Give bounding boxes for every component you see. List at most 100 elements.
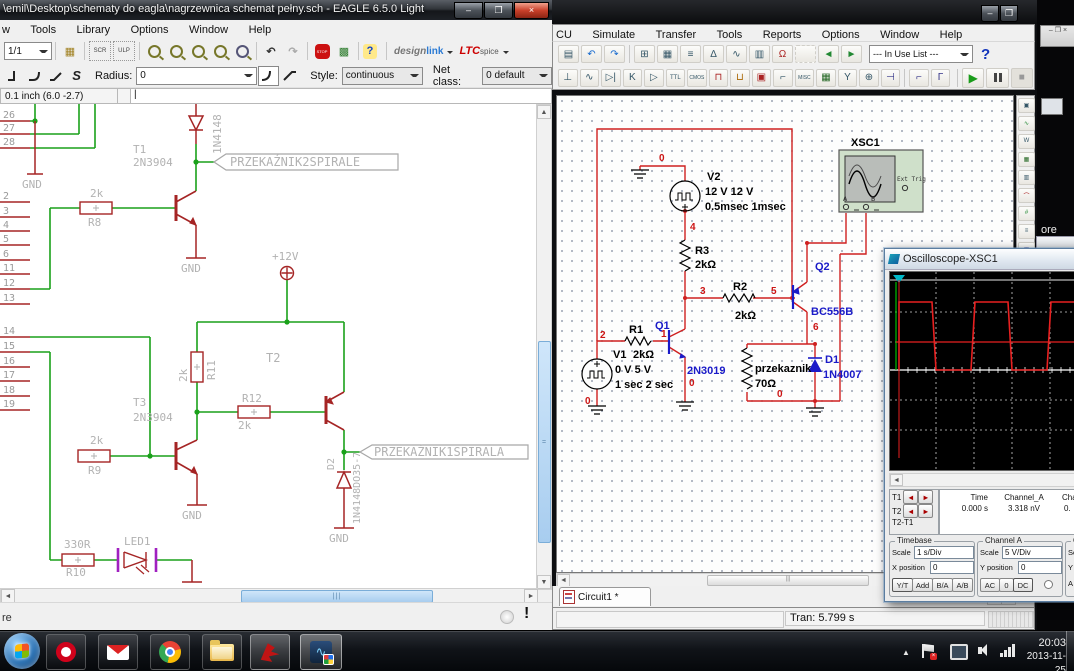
clock[interactable]: 20:03 2013-11-25 [1022, 636, 1066, 666]
multisim-menu-tools[interactable]: Tools [709, 27, 751, 43]
yt-mode-button[interactable]: Y/T [892, 578, 913, 592]
bend-style-round-icon[interactable] [26, 67, 45, 85]
resistor-r10[interactable] [62, 554, 94, 566]
command-input[interactable]: | [131, 88, 552, 104]
speaker-icon[interactable] [978, 644, 994, 657]
multisim-menu-transfer[interactable]: Transfer [648, 27, 705, 43]
transistor-t2[interactable] [326, 392, 344, 430]
cursor1-right-button[interactable]: ► [918, 490, 933, 504]
place-misc-digital-icon[interactable]: ⊓ [709, 69, 729, 87]
multisim-titlebar[interactable]: –❐× [552, 0, 1037, 24]
resistor-r2[interactable] [723, 294, 755, 302]
stop-command-icon[interactable]: STOP [312, 42, 332, 60]
scroll-down-icon[interactable]: ▼ [537, 575, 551, 589]
undo-icon[interactable]: ↶ [261, 42, 281, 60]
place-peripherals-icon[interactable]: ▦ [816, 69, 836, 87]
hierarchy-icon[interactable]: ⊞ [634, 45, 655, 63]
style-combo[interactable]: continuous [342, 67, 423, 85]
run-ulp-icon[interactable]: ULP [113, 41, 135, 61]
taskbar-item-mail[interactable] [98, 634, 138, 670]
multisim-menu-partial[interactable]: CU [553, 27, 580, 43]
tray-show-hidden-icon[interactable]: ▲ [896, 642, 916, 662]
channel-a-scale-field[interactable]: 5 V/Div [1002, 546, 1062, 559]
taskbar-item-explorer[interactable] [202, 634, 242, 670]
cursor2-right-button[interactable]: ► [918, 504, 933, 518]
four-channel-scope-icon[interactable]: ▥ [1018, 170, 1035, 185]
source-v2[interactable] [670, 181, 700, 211]
eagle-maximize-button[interactable]: ❐ [484, 2, 513, 19]
ratsnest-icon[interactable]: ▩ [334, 42, 354, 60]
show-desktop-button[interactable] [1066, 631, 1074, 671]
forward-annotate-icon[interactable]: ► [841, 45, 862, 63]
run-script-icon[interactable]: SCR [89, 41, 111, 61]
simulate-pause-button[interactable] [986, 68, 1008, 88]
place-electromech-icon[interactable]: ⊕ [859, 69, 879, 87]
scroll-up-icon[interactable]: ▲ [537, 105, 551, 119]
place-analog-icon[interactable]: ▷ [644, 69, 664, 87]
resistor-r12[interactable] [238, 406, 270, 418]
multisim-menu-reports[interactable]: Reports [755, 27, 810, 43]
place-basic-icon[interactable]: ∿ [580, 69, 600, 87]
bode-plotter-icon[interactable]: ⌒ [1018, 188, 1035, 203]
add-mode-button[interactable]: Add [912, 578, 933, 592]
cursor2-left-button[interactable]: ◄ [903, 504, 918, 518]
oscilloscope-titlebar[interactable]: Oscilloscope-XSC1 [885, 249, 1074, 270]
multisim-menu-help[interactable]: Help [932, 27, 971, 43]
diode-d2[interactable] [334, 472, 354, 528]
function-generator-icon[interactable]: ∿ [1018, 116, 1035, 131]
design-link-button[interactable]: designlink [394, 46, 443, 57]
place-indicator-icon[interactable]: ▣ [752, 69, 772, 87]
resize-grip[interactable] [988, 611, 1034, 628]
transistor-t1[interactable] [176, 191, 206, 258]
resistor-r11[interactable] [191, 352, 203, 382]
transistor-q1[interactable] [669, 330, 685, 358]
eagle-vscrollbar[interactable]: ▲ = ▼ [536, 104, 552, 590]
timebase-scale-field[interactable]: 1 s/Div [914, 546, 974, 559]
wattmeter-icon[interactable]: W [1018, 134, 1035, 149]
place-misc-icon[interactable]: MISC [795, 69, 815, 87]
in-use-list-combo[interactable]: --- In Use List --- [869, 45, 973, 63]
simulate-play-button[interactable]: ▶ [962, 68, 984, 88]
frequency-counter-icon[interactable]: # [1018, 206, 1035, 221]
led1-symbol[interactable] [118, 548, 202, 582]
eagle-menu-library[interactable]: Library [69, 22, 119, 38]
diode-d3[interactable] [189, 104, 203, 144]
zoom-in-icon[interactable] [166, 42, 186, 60]
scope-hscrollbar[interactable]: ◄ [889, 473, 1074, 487]
eagle-titlebar[interactable]: \emil\Desktop\schematy do eagla\nagrzewn… [0, 0, 552, 21]
help-icon[interactable]: ? [363, 44, 377, 59]
place-connector-icon[interactable]: ⊣ [881, 69, 901, 87]
zoom-out-icon[interactable] [188, 42, 208, 60]
redo-icon[interactable]: ↷ [604, 45, 625, 63]
start-button[interactable] [4, 633, 40, 669]
eagle-close-button[interactable]: × [514, 2, 549, 19]
place-transistor-icon[interactable]: K [623, 69, 643, 87]
timebase-xpos-field[interactable]: 0 [930, 561, 974, 574]
ba-mode-button[interactable]: B/A [932, 578, 953, 592]
component-wizard-icon[interactable]: ∆ [703, 45, 724, 63]
action-center-flag-icon[interactable]: × [922, 644, 934, 658]
dc-coupling-button[interactable]: DC [1013, 578, 1033, 592]
transistor-t3[interactable] [176, 440, 207, 505]
simulate-stop-button[interactable]: ■ [1011, 68, 1033, 88]
radius-combo[interactable]: 0 [136, 67, 256, 85]
bend-style-freehand-icon[interactable]: S [67, 67, 86, 85]
oscilloscope-icon[interactable]: ▦ [1018, 152, 1035, 167]
resistor-r8[interactable] [80, 202, 112, 214]
place-mixed-icon[interactable]: ⊔ [730, 69, 750, 87]
zero-coupling-button[interactable]: 0 [999, 578, 1014, 592]
eagle-minimize-button[interactable]: – [454, 2, 483, 19]
database-manager-icon[interactable]: ≡ [680, 45, 701, 63]
help-icon[interactable]: ? [981, 46, 990, 63]
schematic-nets[interactable] [30, 104, 360, 560]
place-ttl-icon[interactable]: TTL [666, 69, 686, 87]
place-rf-icon[interactable]: Y [838, 69, 858, 87]
bend-style-45-icon[interactable] [47, 67, 66, 85]
ab-mode-button[interactable]: A/B [952, 578, 973, 592]
taskbar-item-opera[interactable] [46, 634, 86, 670]
paste-icon[interactable]: ▤ [558, 45, 579, 63]
source-v1[interactable] [582, 359, 612, 389]
multisim-menu-simulate[interactable]: Simulate [584, 27, 643, 43]
eagle-menu-partial[interactable]: w [0, 22, 18, 38]
cursor1-left-button[interactable]: ◄ [903, 490, 918, 504]
